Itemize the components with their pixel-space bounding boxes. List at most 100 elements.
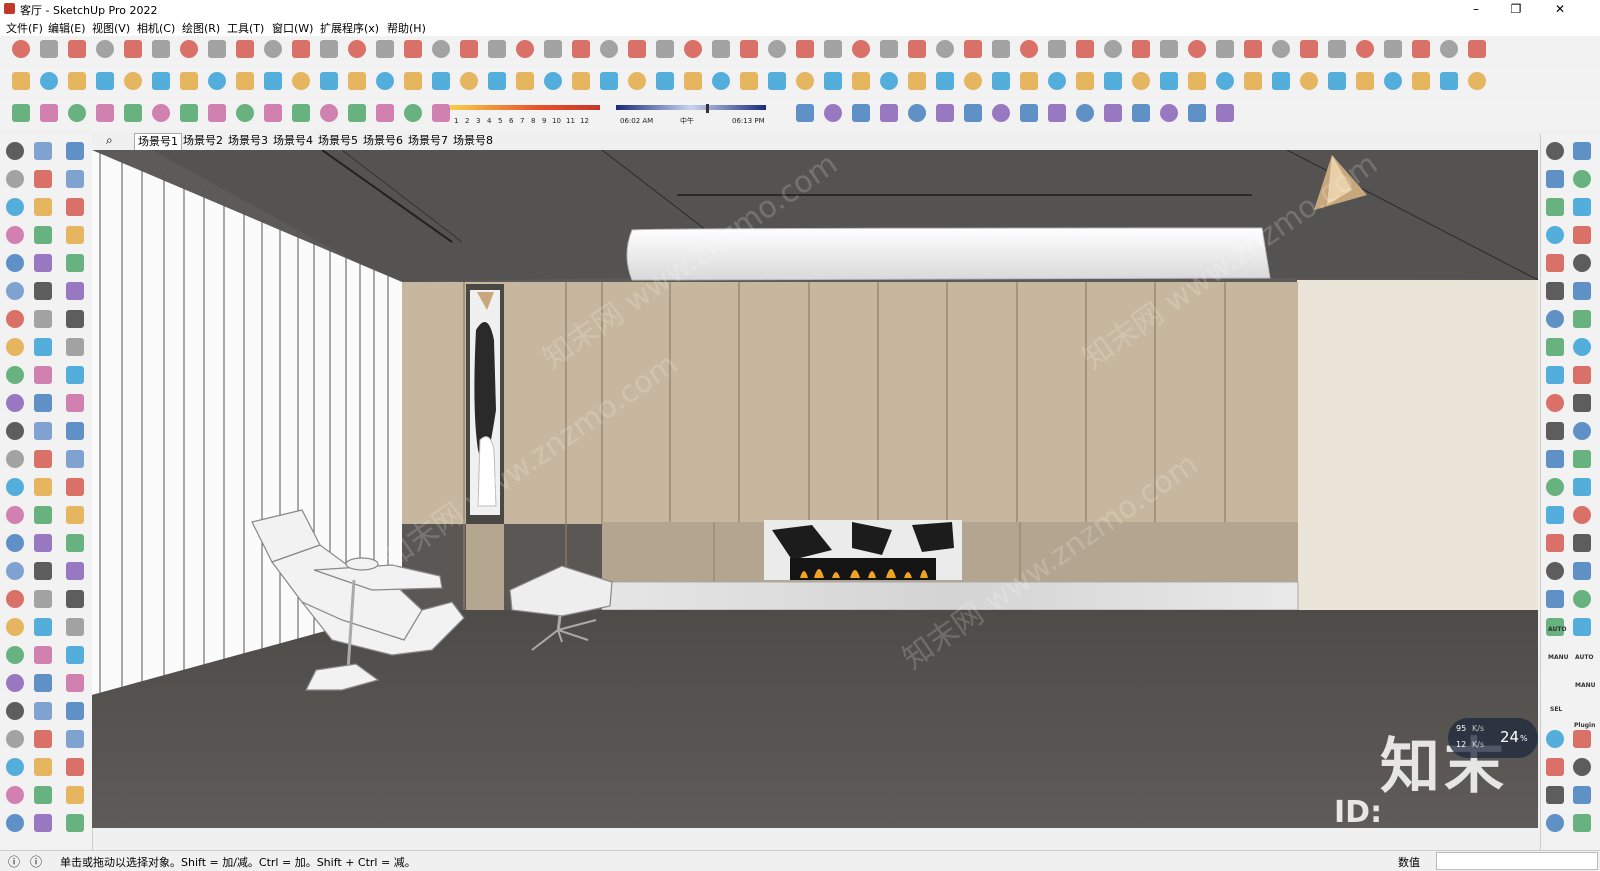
- toolbar-tool-11-icon[interactable]: [292, 40, 310, 58]
- left-tool-24-icon[interactable]: [66, 338, 84, 356]
- left-tool-14-icon[interactable]: [34, 254, 52, 272]
- toolbar-tool-97-icon[interactable]: [1216, 72, 1234, 90]
- toolbar-tool-1-icon[interactable]: [12, 40, 30, 58]
- left-tool-47-icon[interactable]: [34, 562, 52, 580]
- toolbar-tool-81-icon[interactable]: [768, 72, 786, 90]
- left-tool-40-icon[interactable]: [6, 506, 24, 524]
- left-tool-3-icon[interactable]: [66, 142, 84, 160]
- status-help-icon[interactable]: ⓘ: [30, 853, 42, 870]
- right-tool-41-icon[interactable]: [1546, 786, 1564, 804]
- toolbar-tool-119-icon[interactable]: [348, 104, 366, 122]
- toolbar-tool-59-icon[interactable]: [152, 72, 170, 90]
- toolbar-tool-14-icon[interactable]: [376, 40, 394, 58]
- toolbar-tool-137-icon[interactable]: [1188, 104, 1206, 122]
- toolbar-tool-18-icon[interactable]: [488, 40, 506, 58]
- left-tool-61-icon[interactable]: [6, 702, 24, 720]
- toolbar-tool-32-icon[interactable]: [880, 40, 898, 58]
- toolbar-tool-23-icon[interactable]: [628, 40, 646, 58]
- left-tool-6-icon[interactable]: [66, 170, 84, 188]
- toolbar-tool-42-icon[interactable]: [1160, 40, 1178, 58]
- toolbar-tool-138-icon[interactable]: [1216, 104, 1234, 122]
- right-tool-18-icon[interactable]: [1573, 366, 1591, 384]
- toolbar-tool-62-icon[interactable]: [236, 72, 254, 90]
- toolbar-tool-95-icon[interactable]: [1160, 72, 1178, 90]
- minimize-button[interactable]: –: [1456, 0, 1496, 18]
- left-tool-16-icon[interactable]: [6, 282, 24, 300]
- left-tool-50-icon[interactable]: [34, 590, 52, 608]
- toolbar-tool-25-icon[interactable]: [684, 40, 702, 58]
- right-tool-28-icon[interactable]: [1573, 506, 1591, 524]
- left-tool-62-icon[interactable]: [34, 702, 52, 720]
- toolbar-tool-10-icon[interactable]: [264, 40, 282, 58]
- toolbar-tool-36-icon[interactable]: [992, 40, 1010, 58]
- toolbar-tool-89-icon[interactable]: [992, 72, 1010, 90]
- toolbar-tool-136-icon[interactable]: [1160, 104, 1178, 122]
- toolbar-tool-82-icon[interactable]: [796, 72, 814, 90]
- toolbar-tool-99-icon[interactable]: [1272, 72, 1290, 90]
- toolbar-tool-71-icon[interactable]: [488, 72, 506, 90]
- toolbar-tool-135-icon[interactable]: [1132, 104, 1150, 122]
- toolbar-tool-83-icon[interactable]: [824, 72, 842, 90]
- toolbar-tool-123-icon[interactable]: [796, 104, 814, 122]
- toolbar-tool-65-icon[interactable]: [320, 72, 338, 90]
- left-tool-4-icon[interactable]: [6, 170, 24, 188]
- left-tool-2-icon[interactable]: [34, 142, 52, 160]
- right-tool-38-icon[interactable]: [1573, 730, 1591, 748]
- right-tool-39-icon[interactable]: [1546, 758, 1564, 776]
- time-slider-track[interactable]: [616, 105, 766, 110]
- search-icon[interactable]: ⌕: [106, 133, 113, 148]
- scene-tab-3[interactable]: 场景号3: [225, 133, 271, 149]
- left-tool-42-icon[interactable]: [66, 506, 84, 524]
- scene-tab-2[interactable]: 场景号2: [180, 133, 226, 149]
- left-tool-57-icon[interactable]: [66, 646, 84, 664]
- left-tool-71-icon[interactable]: [34, 786, 52, 804]
- left-tool-75-icon[interactable]: [66, 814, 84, 832]
- left-tool-34-icon[interactable]: [6, 450, 24, 468]
- left-tool-30-icon[interactable]: [66, 394, 84, 412]
- toolbar-tool-107-icon[interactable]: [12, 104, 30, 122]
- toolbar-tool-125-icon[interactable]: [852, 104, 870, 122]
- month-slider-track[interactable]: [450, 105, 600, 110]
- toolbar-tool-130-icon[interactable]: [992, 104, 1010, 122]
- left-tool-20-icon[interactable]: [34, 310, 52, 328]
- toolbar-tool-63-icon[interactable]: [264, 72, 282, 90]
- toolbar-tool-129-icon[interactable]: [964, 104, 982, 122]
- toolbar-tool-51-icon[interactable]: [1412, 40, 1430, 58]
- toolbar-tool-17-icon[interactable]: [460, 40, 478, 58]
- scene-tab-4[interactable]: 场景号4: [270, 133, 316, 149]
- toolbar-tool-6-icon[interactable]: [152, 40, 170, 58]
- toolbar-tool-64-icon[interactable]: [292, 72, 310, 90]
- right-tool-10-icon[interactable]: [1573, 254, 1591, 272]
- right-tool-20-icon[interactable]: [1573, 394, 1591, 412]
- toolbar-tool-127-icon[interactable]: [908, 104, 926, 122]
- left-tool-65-icon[interactable]: [34, 730, 52, 748]
- right-tool-44-icon[interactable]: [1573, 814, 1591, 832]
- right-tool-33-icon[interactable]: [1546, 590, 1564, 608]
- right-tool-42-icon[interactable]: [1573, 786, 1591, 804]
- left-tool-44-icon[interactable]: [34, 534, 52, 552]
- toolbar-tool-108-icon[interactable]: [40, 104, 58, 122]
- left-tool-22-icon[interactable]: [6, 338, 24, 356]
- toolbar-tool-39-icon[interactable]: [1076, 40, 1094, 58]
- right-tool-1-icon[interactable]: [1546, 142, 1564, 160]
- left-tool-66-icon[interactable]: [66, 730, 84, 748]
- left-tool-10-icon[interactable]: [6, 226, 24, 244]
- restore-button[interactable]: ❐: [1496, 0, 1536, 18]
- right-tool-25-icon[interactable]: [1546, 478, 1564, 496]
- toolbar-tool-9-icon[interactable]: [236, 40, 254, 58]
- toolbar-tool-106-icon[interactable]: [1468, 72, 1486, 90]
- toolbar-tool-113-icon[interactable]: [180, 104, 198, 122]
- toolbar-tool-33-icon[interactable]: [908, 40, 926, 58]
- scene-tab-6[interactable]: 场景号6: [360, 133, 406, 149]
- toolbar-tool-79-icon[interactable]: [712, 72, 730, 90]
- toolbar-tool-68-icon[interactable]: [404, 72, 422, 90]
- left-tool-35-icon[interactable]: [34, 450, 52, 468]
- toolbar-tool-112-icon[interactable]: [152, 104, 170, 122]
- toolbar-tool-31-icon[interactable]: [852, 40, 870, 58]
- toolbar-tool-58-icon[interactable]: [124, 72, 142, 90]
- toolbar-tool-131-icon[interactable]: [1020, 104, 1038, 122]
- toolbar-tool-24-icon[interactable]: [656, 40, 674, 58]
- left-tool-55-icon[interactable]: [6, 646, 24, 664]
- menu-help[interactable]: 帮助(H): [387, 20, 426, 36]
- toolbar-tool-28-icon[interactable]: [768, 40, 786, 58]
